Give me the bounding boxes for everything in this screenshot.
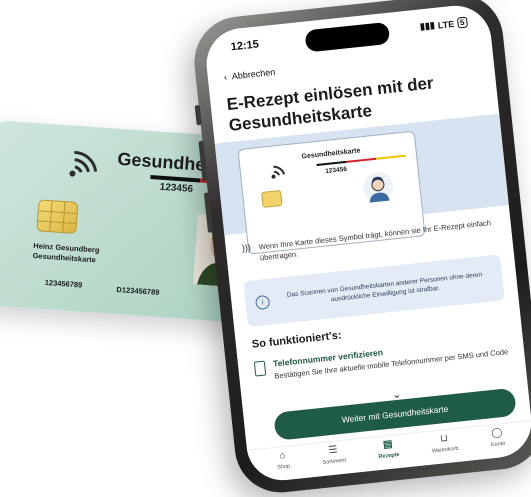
card-number: 123456 [159, 181, 194, 196]
tab-shop[interactable]: ⌂ Shop [275, 447, 291, 481]
chip-icon [261, 189, 283, 208]
phone-screen: 12:15 ▮▮▮ LTE 5 ‹ Abbrechen E-Rezept ein… [203, 2, 531, 484]
home-icon: ⌂ [278, 449, 287, 462]
legal-hint-box: i Das Scannen von Gesundheitskarten ande… [243, 254, 505, 328]
signal-icon: ▮▮▮ [419, 19, 436, 32]
phone-mockup: 12:15 ▮▮▮ LTE 5 ‹ Abbrechen E-Rezept ein… [189, 0, 531, 497]
tab-label: Shop [277, 463, 291, 471]
account-icon: ◯ [490, 427, 504, 440]
tab-rezepte[interactable]: ▤ Rezepte [376, 435, 400, 470]
smartphone-icon [253, 360, 267, 377]
prescription-icon: ▤ [382, 438, 394, 451]
nfc-icon [271, 165, 286, 179]
info-icon: i [254, 294, 271, 311]
illustration-card-title: Gesundheitskarte [301, 147, 361, 161]
back-label: Abbrechen [231, 66, 276, 82]
tab-label: Konto [490, 440, 506, 449]
card-number-left: 123456789 [44, 277, 83, 290]
chevron-left-icon: ‹ [223, 71, 228, 83]
tab-sortiment[interactable]: ☰ Sortiment [321, 441, 348, 476]
person-icon [361, 170, 395, 204]
illustration-card-number: 123456 [324, 165, 348, 176]
battery-icon: 5 [456, 16, 469, 29]
tab-label: Sortiment [322, 457, 347, 467]
how-it-works-title: So funktioniert's: [251, 329, 343, 351]
tab-warenkorb[interactable]: ⊔ Warenkorb [430, 429, 460, 465]
tab-label: Rezepte [378, 451, 400, 461]
network-label: LTE [437, 18, 455, 31]
dynamic-island [304, 21, 391, 53]
tab-konto[interactable]: ◯ Konto [489, 424, 507, 458]
status-indicators: ▮▮▮ LTE 5 [419, 16, 469, 33]
back-button[interactable]: ‹ Abbrechen [223, 67, 275, 82]
status-time: 12:15 [230, 38, 260, 54]
tab-label: Warenkorb [431, 445, 459, 455]
cart-icon: ⊔ [439, 432, 449, 445]
search-list-icon: ☰ [328, 444, 339, 457]
chip-icon [36, 199, 79, 235]
nfc-icon [69, 150, 98, 177]
nfc-small-icon: ))) [241, 242, 252, 254]
legal-hint-text: Das Scannen von Gesundheitskarten andere… [286, 270, 483, 304]
card-holder: Heinz Gesundberg Gesundheitskarte [32, 241, 99, 266]
card-number-right: D123456789 [116, 284, 160, 297]
